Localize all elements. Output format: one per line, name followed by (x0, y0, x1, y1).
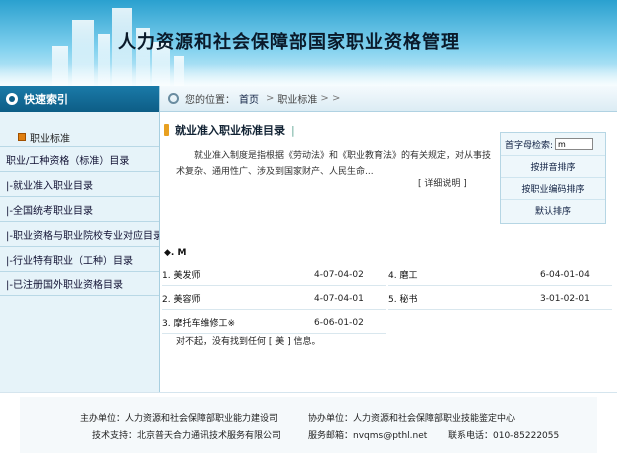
banner-haze (0, 64, 617, 86)
sidebar-item-school-mapping-catalog[interactable]: |-职业资格与职业院校专业对应目录 (0, 221, 159, 246)
sidebar-header-label: 快速索引 (24, 93, 68, 106)
header-banner: 人力资源和社会保障部国家职业资格管理 (0, 0, 617, 86)
pencil-icon (164, 124, 169, 136)
sort-by-code-button[interactable]: 按职业编码排序 (501, 177, 605, 199)
job-code: 4-07-04-02 (314, 269, 364, 280)
not-found-message: 对不起，没有找到任何 [ 美 ] 信息。 (176, 337, 321, 347)
footer-cohost: 协办单位：人力资源和社会保障部职业技能鉴定中心 (308, 414, 516, 424)
footer-tech-support: 技术支持：北京普天合力通讯技术服务有限公司 (92, 431, 282, 441)
breadcrumb-separator: > > (320, 93, 341, 104)
letter-search-row: 首字母检索: (501, 133, 605, 155)
sidebar-item-access-catalog[interactable]: |-就业准入职业目录 (0, 171, 159, 196)
job-code: 6-04-01-04 (540, 269, 590, 280)
list-item[interactable]: 3. 摩托车维修工※ 6-06-01-02 (162, 312, 386, 334)
footer-email[interactable]: 服务邮箱：nvqms@pthl.net (308, 428, 427, 441)
sidebar: 快速索引 职业标准 职业/工种资格（标准）目录 |-就业准入职业目录 |-全国统… (0, 86, 160, 392)
list-item[interactable]: 5. 秘书 3-01-02-01 (388, 288, 612, 310)
breadcrumb: 您的位置： 首页 > 职业标准 > > (160, 86, 617, 112)
sort-by-pinyin-button[interactable]: 按拼音排序 (501, 155, 605, 177)
breadcrumb-prefix: 您的位置： (185, 95, 235, 106)
job-name[interactable]: 4. 磨工 (388, 268, 417, 281)
job-code: 3-01-02-01 (540, 293, 590, 304)
footer-phone: 联系电话：010-85222055 (448, 431, 560, 441)
site-title: 人力资源和社会保障部国家职业资格管理 (118, 32, 460, 53)
breadcrumb-home-link[interactable]: 首页 (239, 91, 259, 106)
bullet-square-icon (18, 133, 26, 141)
sidebar-item-national-exam-catalog[interactable]: |-全国统考职业目录 (0, 196, 159, 221)
main-content: 就业准入职业标准目录 | 就业准入制度是指根据《劳动法》和《职业教育法》的有关规… (160, 112, 617, 392)
sidebar-item-foreign-catalog[interactable]: |-已注册国外职业资格目录 (0, 271, 159, 296)
section-title-text: 就业准入职业标准目录 (175, 124, 285, 137)
section-title-bar: | (291, 123, 295, 137)
default-sort-button[interactable]: 默认排序 (501, 199, 605, 221)
location-icon (168, 93, 179, 104)
sidebar-item-qualification-catalog[interactable]: 职业/工种资格（标准）目录 (0, 146, 159, 171)
breadcrumb-current[interactable]: 职业标准 (277, 91, 317, 106)
letter-search-input[interactable] (555, 138, 594, 150)
list-item[interactable]: 2. 美容师 4-07-04-01 (162, 288, 386, 310)
sidebar-sub-heading[interactable]: 职业标准 (0, 130, 159, 145)
job-name[interactable]: 3. 摩托车维修工※ (162, 316, 235, 329)
job-name[interactable]: 5. 秘书 (388, 292, 417, 305)
list-item[interactable]: 4. 磨工 6-04-01-04 (388, 264, 612, 286)
footer: 主办单位：人力资源和社会保障部职业能力建设司 协办单位：人力资源和社会保障部职业… (0, 392, 617, 456)
sidebar-sub-label: 职业标准 (30, 133, 70, 145)
search-panel: 首字母检索: 按拼音排序 按职业编码排序 默认排序 (500, 132, 606, 224)
footer-panel (20, 397, 597, 453)
footer-host: 主办单位：人力资源和社会保障部职业能力建设司 (80, 414, 279, 424)
job-name[interactable]: 1. 美发师 (162, 268, 200, 281)
circle-icon (6, 93, 18, 105)
section-title: 就业准入职业标准目录 | (164, 122, 295, 138)
letter-heading: ◆. M (164, 248, 187, 258)
job-name[interactable]: 2. 美容师 (162, 292, 200, 305)
job-code: 4-07-04-01 (314, 293, 364, 304)
job-code: 6-06-01-02 (314, 317, 364, 328)
list-item[interactable]: 1. 美发师 4-07-04-02 (162, 264, 386, 286)
letter-search-label: 首字母检索: (505, 140, 554, 151)
sidebar-item-industry-catalog[interactable]: |-行业特有职业（工种）目录 (0, 246, 159, 271)
details-link[interactable]: [ 详细说明 ] (418, 176, 467, 189)
sidebar-menu: 职业/工种资格（标准）目录 |-就业准入职业目录 |-全国统考职业目录 |-职业… (0, 146, 159, 296)
sidebar-header: 快速索引 (0, 86, 159, 112)
breadcrumb-separator: > (266, 93, 275, 104)
